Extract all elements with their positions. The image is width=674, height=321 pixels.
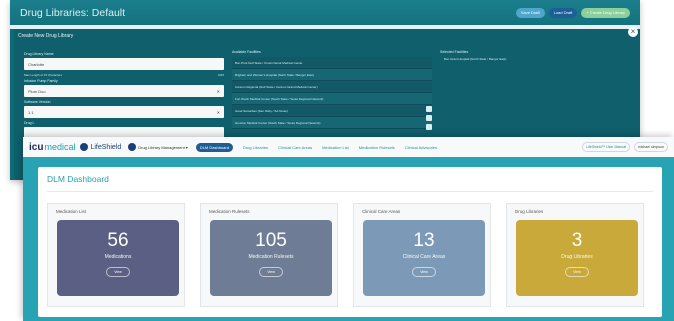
- medication-rulesets-card: Medication Rulesets 105 Medication Rules…: [200, 203, 338, 307]
- facility-item[interactable]: Cannon Regional (Gulf State / Cannon Gra…: [232, 81, 432, 93]
- clear-icon[interactable]: ✕: [217, 89, 220, 94]
- move-right-icon[interactable]: [426, 106, 432, 112]
- library-form: Drug Library Name Charlotte Max Length o…: [24, 50, 224, 142]
- top-nav: icu medical LifeShield Drug Library Mana…: [23, 137, 674, 157]
- facility-item[interactable]: Houston Medical Center (South State / Te…: [232, 117, 432, 129]
- tile-label: Medication Rulesets: [248, 254, 294, 260]
- close-icon[interactable]: ×: [628, 27, 638, 37]
- card-title: Clinical Care Areas: [362, 209, 401, 214]
- medication-list-tile: 56 Medications View: [57, 220, 179, 296]
- drug-label: Drug L: [24, 121, 35, 125]
- selected-facility-item[interactable]: Bon Grant Hospital (North State / Bangor…: [440, 57, 640, 61]
- user-menu-button[interactable]: michael simpson: [633, 142, 668, 152]
- software-version-value: 1.1: [28, 109, 34, 115]
- user-manual-button[interactable]: LifeShield™ User Manual: [582, 142, 630, 152]
- panel-title: DLM Dashboard: [47, 174, 109, 184]
- tile-label: Clinical Care Areas: [402, 254, 446, 260]
- drug-libraries-card: Drug Libraries 3 Drug Libraries View: [506, 203, 644, 307]
- facility-item[interactable]: Fort Worth Medical Center (South State /…: [232, 93, 432, 105]
- tab-dlm-dashboard[interactable]: DLM Dashboard: [195, 142, 233, 152]
- name-label: Drug Library Name: [24, 52, 54, 56]
- dlm-dashboard-window: icu medical LifeShield Drug Library Mana…: [23, 137, 674, 321]
- tile-count: 3: [571, 230, 583, 251]
- card-title: Medication List: [56, 209, 87, 214]
- length-note: Max Length of 15 characters 9/15: [24, 73, 224, 77]
- icu-logo: icu: [29, 141, 44, 153]
- dashboard-panel: DLM Dashboard Medication List 56 Medicat…: [38, 167, 662, 317]
- selected-facilities: Selected Facilities Bon Grant Hospital (…: [440, 50, 640, 61]
- tile-count: 13: [413, 230, 435, 251]
- lifeshield-label: LifeShield: [90, 143, 122, 151]
- tab-medication-list[interactable]: Medication List: [322, 145, 349, 150]
- modal-title: Create New Drug Library: [18, 33, 74, 39]
- clear-icon[interactable]: ✕: [217, 110, 220, 115]
- card-title: Medication Rulesets: [209, 209, 250, 214]
- pump-family-select[interactable]: Plum Duo ✕: [24, 85, 224, 97]
- module-dropdown-label: Drug Library Management: [138, 144, 185, 150]
- tab-clinical-care-areas[interactable]: Clinical Care Areas: [278, 145, 312, 150]
- clinical-care-areas-tile: 13 Clinical Care Areas View: [363, 220, 485, 296]
- software-label: Software Version: [24, 100, 51, 104]
- load-draft-button[interactable]: Load Draft: [548, 7, 578, 18]
- facility-item[interactable]: Good Samaritan (San Ruby / SA Texas): [232, 105, 432, 117]
- medical-logo: medical: [44, 142, 76, 152]
- facility-item[interactable]: Bon Print Gulf State / Crown Derek Medic…: [232, 57, 432, 69]
- medication-rulesets-tile: 105 Medication Rulesets View: [210, 220, 332, 296]
- lifeshield-icon: [80, 143, 89, 151]
- library-name-input[interactable]: Charlotte: [24, 58, 224, 70]
- view-button[interactable]: View: [259, 267, 283, 277]
- tile-label: Drug Libraries: [561, 254, 593, 260]
- module-dropdown[interactable]: Drug Library Management ▾: [138, 145, 188, 150]
- available-facilities: Available Facilities Bon Print Gulf Stat…: [232, 50, 432, 129]
- char-count: 9/15: [218, 73, 224, 77]
- facility-item[interactable]: Brigham and Women's Hospital (North Stat…: [232, 69, 432, 81]
- card-title: Drug Libraries: [515, 209, 544, 214]
- page-title: Drug Libraries: Default: [20, 6, 126, 19]
- move-left-icon[interactable]: [426, 115, 432, 121]
- tab-clinical-advisories[interactable]: Clinical Advisories: [405, 145, 437, 150]
- software-version-select[interactable]: 1.1 ✕: [24, 106, 224, 118]
- panel-divider: [47, 191, 653, 192]
- view-button[interactable]: View: [412, 267, 436, 277]
- view-button[interactable]: View: [565, 267, 589, 277]
- medication-list-card: Medication List 56 Medications View: [47, 203, 185, 307]
- tab-drug-libraries[interactable]: Drug Libraries: [243, 145, 268, 150]
- move-all-icon[interactable]: [426, 124, 432, 130]
- drug-libraries-header: Drug Libraries: Default Save Draft Load …: [10, 0, 640, 25]
- pump-family-value: Plum Duo: [28, 88, 46, 94]
- tab-medication-rulesets[interactable]: Medication Rulesets: [359, 145, 395, 150]
- create-drug-library-button[interactable]: + Create Drug Library: [581, 7, 630, 18]
- available-facilities-label: Available Facilities: [232, 50, 261, 54]
- selected-facilities-label: Selected Facilities: [440, 50, 469, 54]
- save-draft-button[interactable]: Save Draft: [515, 7, 545, 18]
- view-button[interactable]: View: [106, 267, 130, 277]
- max-length-note: Max Length of 15 characters: [24, 73, 63, 77]
- tile-count: 105: [255, 230, 287, 251]
- tile-label: Medications: [104, 254, 132, 260]
- clinical-care-areas-card: Clinical Care Areas 13 Clinical Care Are…: [353, 203, 491, 307]
- pump-label: Infusion Pump Family: [24, 79, 58, 83]
- tile-count: 56: [107, 230, 129, 251]
- library-name-value: Charlotte: [28, 61, 45, 67]
- drug-libraries-tile: 3 Drug Libraries View: [516, 220, 638, 296]
- module-icon: [128, 143, 137, 151]
